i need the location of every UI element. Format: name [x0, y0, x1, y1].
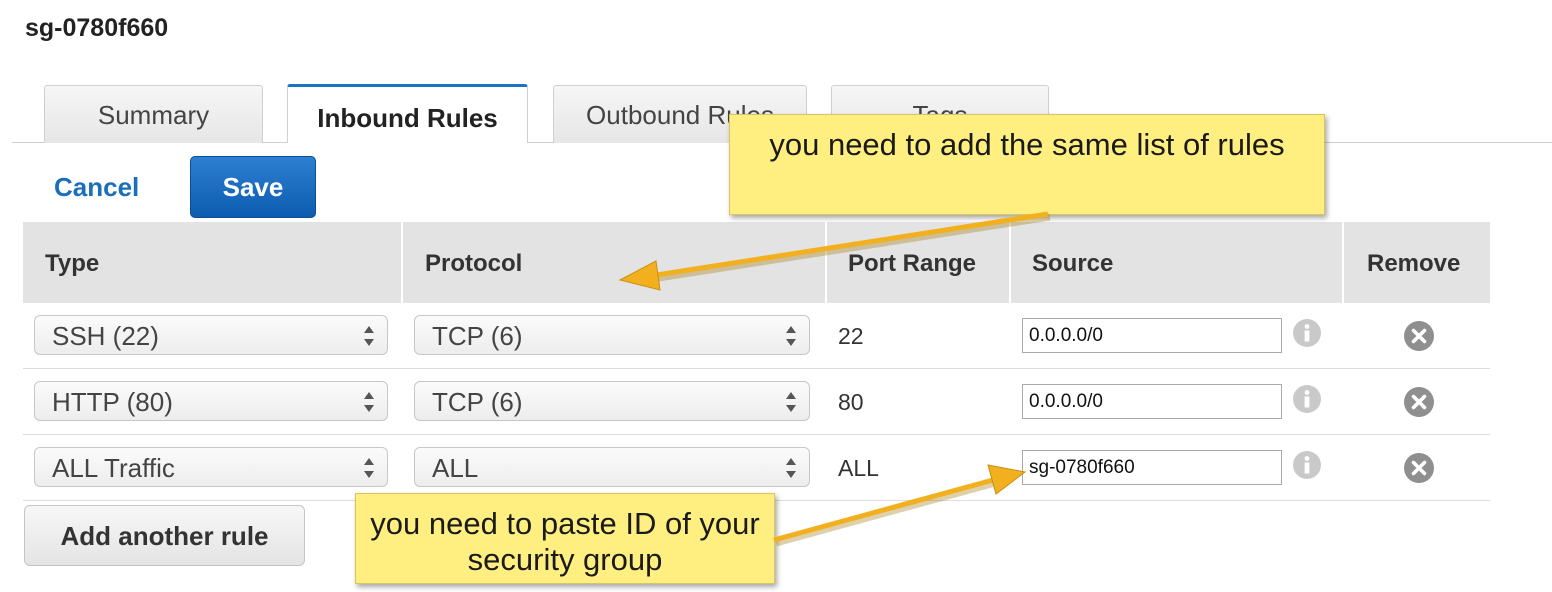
type-select-value: SSH (22) — [52, 321, 159, 351]
save-button[interactable]: Save — [190, 156, 316, 218]
info-icon[interactable] — [1292, 384, 1322, 414]
protocol-select[interactable]: TCP (6) — [414, 315, 810, 355]
header-port-range: Port Range — [848, 250, 977, 277]
select-arrows-icon — [364, 392, 374, 412]
select-arrows-icon — [364, 458, 374, 478]
protocol-select-value: ALL — [432, 453, 479, 483]
port-range-value: ALL — [838, 455, 879, 481]
annotation-note: you need to add the same list of rules — [729, 114, 1325, 215]
select-arrows-icon — [786, 392, 796, 412]
security-group-title: sg-0780f660 — [25, 14, 169, 42]
select-arrows-icon — [364, 326, 374, 346]
source-input[interactable] — [1022, 384, 1282, 419]
row-divider — [23, 434, 1490, 435]
header-divider — [401, 222, 403, 303]
info-icon[interactable] — [1292, 450, 1322, 480]
info-icon[interactable] — [1292, 318, 1322, 348]
protocol-select-value: TCP (6) — [432, 387, 523, 417]
remove-icon[interactable] — [1403, 386, 1435, 418]
port-range-value: 22 — [838, 323, 864, 349]
add-another-rule-button[interactable]: Add another rule — [24, 505, 305, 566]
header-divider — [1342, 222, 1344, 303]
port-range-value: 80 — [838, 389, 864, 415]
protocol-select-value: TCP (6) — [432, 321, 523, 351]
source-input[interactable] — [1022, 450, 1282, 485]
type-select[interactable]: ALL Traffic — [34, 447, 388, 487]
header-divider — [1009, 222, 1011, 303]
remove-icon[interactable] — [1403, 320, 1435, 352]
type-select[interactable]: HTTP (80) — [34, 381, 388, 421]
header-remove: Remove — [1367, 250, 1461, 277]
select-arrows-icon — [786, 458, 796, 478]
annotation-note: you need to paste ID of your security gr… — [355, 493, 775, 584]
source-input[interactable] — [1022, 318, 1282, 353]
header-type: Type — [45, 250, 100, 277]
tab-inbound-rules[interactable]: Inbound Rules — [287, 84, 528, 143]
header-protocol: Protocol — [425, 250, 523, 277]
type-select[interactable]: SSH (22) — [34, 315, 388, 355]
row-divider — [23, 368, 1490, 369]
header-divider — [825, 222, 827, 303]
table-header — [23, 222, 1490, 303]
select-arrows-icon — [786, 326, 796, 346]
tab-summary[interactable]: Summary — [44, 85, 263, 143]
remove-icon[interactable] — [1403, 452, 1435, 484]
cancel-link[interactable]: Cancel — [54, 172, 139, 203]
protocol-select[interactable]: ALL — [414, 447, 810, 487]
type-select-value: HTTP (80) — [52, 387, 173, 417]
type-select-value: ALL Traffic — [52, 453, 175, 483]
protocol-select[interactable]: TCP (6) — [414, 381, 810, 421]
annotation-arrow-bottom — [773, 464, 1027, 547]
header-source: Source — [1032, 250, 1114, 277]
